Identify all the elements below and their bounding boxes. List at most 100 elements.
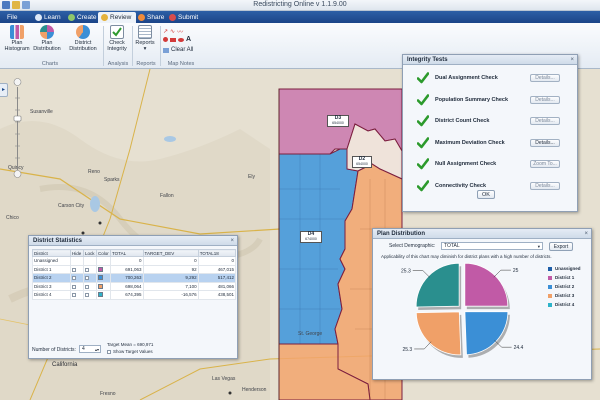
freehand-icon[interactable]: 〰 [177,27,183,36]
zoom-slider[interactable] [13,78,22,178]
total-cell: 674,395 [110,290,144,300]
district-table: District Hide Lock Color TOTAL TARGET_DE… [32,249,237,300]
check-pass-icon [417,72,429,84]
map-notes-tools-row2: A [163,36,191,43]
ribbon-tabs: File Learn Create Review Share Submit [0,11,600,23]
details-button[interactable]: Details... [530,117,560,125]
ok-button[interactable]: OK [477,190,495,199]
tab-label: Learn [44,14,61,21]
applicability-note: Applicability of this chart may diminish… [381,254,552,259]
map-label: California [52,362,78,368]
zoom-to-button[interactable]: Zoom To... [530,160,560,168]
total-cell: 0 [110,256,144,266]
legend-label: District 4 [555,302,575,307]
table-row[interactable]: Unassigned 0 0 0 [32,256,237,266]
num-districts-value: 4 [82,346,85,352]
col-target-dev[interactable]: TARGET_DEV [142,249,199,257]
plan-histogram-button[interactable]: Plan Histogram [4,25,30,52]
tab-label: Submit [178,14,199,21]
num-districts-field[interactable]: 4 ▴▾ [79,345,101,353]
checklist-icon [110,25,124,39]
plan-distribution-button[interactable]: Plan Distribution [32,25,62,52]
tab-learn[interactable]: Learn [32,12,66,23]
close-icon[interactable]: × [570,55,574,65]
tab-file[interactable]: File [4,12,22,23]
table-row[interactable]: District 2 700,263 9,292 517,412 [32,273,237,283]
map-label: Carson City [58,203,85,209]
col-total[interactable]: TOTAL [110,249,144,257]
color-swatch[interactable] [98,292,103,298]
tab-submit[interactable]: Submit [166,12,203,23]
map-label: Susanville [30,109,53,115]
point-icon[interactable] [163,37,168,42]
histogram-icon [10,25,24,39]
rectangle-icon[interactable] [170,37,176,42]
details-button[interactable]: Details... [530,138,560,147]
lock-checkbox[interactable] [85,267,89,272]
clear-all-button[interactable]: Clear All [163,47,193,53]
total-cell: 691,063 [110,264,144,274]
col-total18[interactable]: TOTAL18 [197,249,237,257]
legend-swatch [548,275,552,280]
lock-cell [83,273,97,283]
details-button[interactable]: Details... [530,74,560,82]
col-color[interactable]: Color [96,249,111,257]
app-title: Redistricting Online v 1.1.9.00 [253,1,347,8]
details-button[interactable]: Details... [530,95,560,104]
ellipse-icon[interactable] [178,37,184,42]
lock-cell [83,264,97,274]
color-swatch[interactable] [98,266,103,272]
hide-checkbox[interactable] [72,293,76,298]
col-district[interactable]: District [32,249,71,257]
panel-header: Plan Distribution × [373,229,591,239]
show-target-checkbox[interactable] [107,349,111,354]
tab-create[interactable]: Create [65,12,102,23]
curve-icon[interactable]: ∿ [170,28,175,35]
learn-icon [35,14,42,21]
export-button[interactable]: Export [549,242,573,251]
tab-share[interactable]: Share [135,12,169,23]
lock-cell [83,256,97,266]
reports-button[interactable]: Reports ▾ [134,25,156,52]
table-row[interactable]: District 4 674,395 -16,576 438,501 [32,290,237,300]
check-integrity-button[interactable]: Check Integrity [104,25,130,52]
lock-checkbox[interactable] [85,276,89,281]
legend-label: District 1 [555,275,575,280]
panel-header: Integrity Tests × [403,55,577,65]
hide-checkbox[interactable] [72,276,76,281]
close-icon[interactable]: × [230,236,234,246]
tab-review[interactable]: Review [98,12,137,23]
table-row[interactable]: District 3 698,064 7,100 481,066 [32,281,237,291]
target-dev-cell: 9,292 [142,273,199,283]
details-button[interactable]: Details... [530,181,560,190]
check-pass-icon [417,158,429,170]
review-icon [101,14,108,21]
district-cell: Unassigned [32,256,71,266]
district-pop: 674000 [305,237,317,241]
table-row[interactable]: District 1 691,063 92 467,015 [32,264,237,274]
color-swatch[interactable] [98,275,103,281]
district-pop: 654000 [332,121,344,125]
demographic-value: TOTAL [444,243,460,249]
col-lock[interactable]: Lock [83,249,97,257]
spinner-icon[interactable]: ▴▾ [95,346,99,353]
check-label: Connectivity Check [435,182,487,189]
lock-checkbox[interactable] [85,284,89,289]
hide-checkbox[interactable] [72,267,76,272]
color-swatch[interactable] [98,283,103,289]
hide-checkbox[interactable] [72,284,76,289]
tab-label: Create [77,14,97,21]
demographic-select[interactable]: TOTAL ▾ [441,242,543,250]
lock-checkbox[interactable] [85,293,89,298]
submit-icon [169,14,176,21]
target-dev-cell: -16,576 [142,290,199,300]
total18-cell: 438,501 [197,290,237,300]
district-distribution-button[interactable]: District Distribution [66,25,100,52]
side-panel-toggle[interactable]: ▸ [0,83,8,97]
col-hide[interactable]: Hide [70,249,84,257]
line-arrow-icon[interactable]: ↗ [163,28,168,35]
map-label: Chico [6,215,19,221]
show-target-values[interactable]: Show Target Values [107,349,153,354]
close-icon[interactable]: × [584,229,588,239]
text-icon[interactable]: A [186,36,191,43]
